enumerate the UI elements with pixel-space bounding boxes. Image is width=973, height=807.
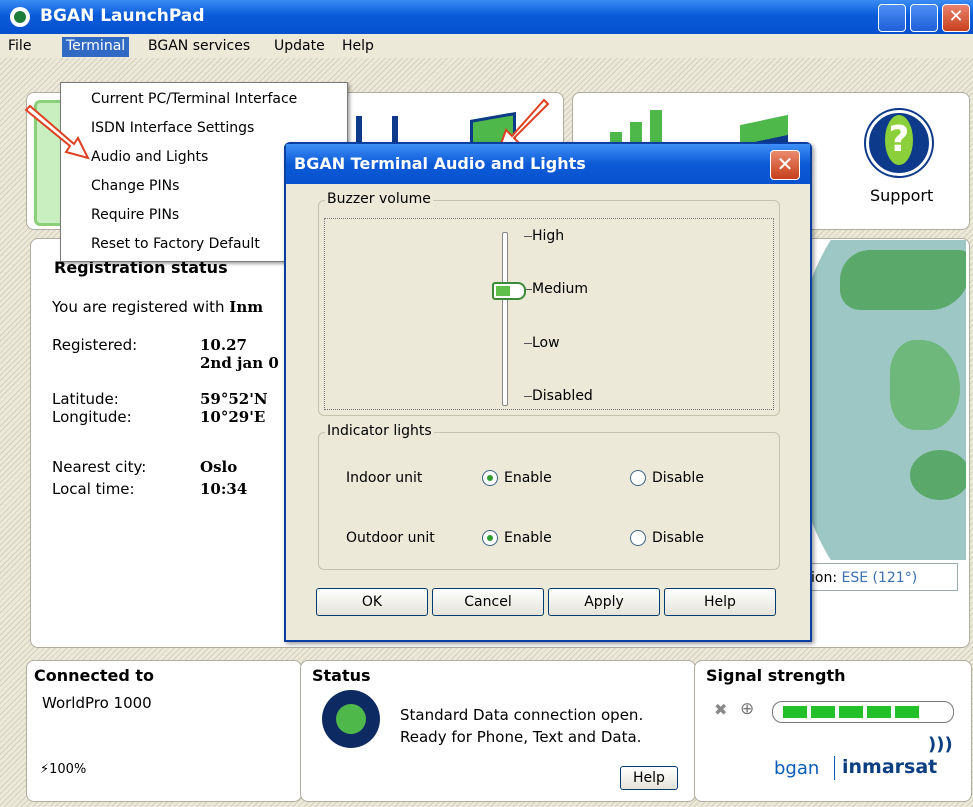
local-time-label: Local time: [52, 480, 135, 498]
indoor-unit-label: Indoor unit [346, 470, 423, 486]
indoor-disable-radio[interactable] [630, 470, 646, 486]
battery-indicator: ⚡100% [40, 762, 86, 777]
menu-item-change-pins[interactable]: Change PINs [91, 178, 179, 194]
indoor-disable-label[interactable]: Disable [652, 470, 704, 486]
status-line-1: Standard Data connection open. [400, 706, 644, 724]
dialog-title: BGAN Terminal Audio and Lights [294, 154, 586, 173]
longitude-value: 10°29'E [200, 408, 266, 426]
connection-status-icon [322, 690, 380, 748]
menu-item-current-interface[interactable]: Current PC/Terminal Interface [91, 91, 297, 107]
registered-date: 2nd jan 0 [200, 354, 279, 372]
dialog-help-button[interactable]: Help [664, 588, 776, 616]
menu-item-isdn-settings[interactable]: ISDN Interface Settings [91, 120, 254, 136]
apply-button[interactable]: Apply [548, 588, 660, 616]
slider-tick [524, 396, 532, 397]
menu-file[interactable]: File [4, 37, 35, 57]
dialog-title-bar: BGAN Terminal Audio and Lights ✕ [286, 144, 810, 184]
ok-button[interactable]: OK [316, 588, 428, 616]
window-title: BGAN LaunchPad [40, 6, 205, 26]
logo-divider [834, 756, 835, 780]
menu-item-audio-lights[interactable]: Audio and Lights [91, 149, 208, 165]
annotation-arrow [24, 104, 90, 160]
buzzer-volume-legend: Buzzer volume [325, 191, 433, 207]
signal-segment [867, 706, 891, 718]
latitude-value: 59°52'N [200, 390, 268, 408]
signal-segment [839, 706, 863, 718]
indicator-lights-group: Indicator lights [318, 423, 780, 570]
status-heading: Status [312, 666, 371, 685]
registered-time: 10.27 [200, 336, 247, 354]
indoor-enable-radio[interactable] [482, 470, 498, 486]
add-icon[interactable]: ⊕ [740, 699, 754, 719]
support-label[interactable]: Support [870, 186, 933, 205]
maximize-button[interactable] [910, 4, 938, 32]
volume-slider-track[interactable] [502, 232, 508, 406]
dialog-close-button[interactable]: ✕ [770, 150, 800, 180]
status-help-button[interactable]: Help [620, 766, 678, 790]
inmarsat-logo: inmarsat [842, 756, 938, 778]
menu-terminal[interactable]: Terminal [62, 37, 130, 57]
app-icon [10, 7, 30, 27]
land-shape [840, 250, 966, 310]
title-bar: BGAN LaunchPad ✕ [0, 0, 973, 34]
nearest-city-value: Oslo [200, 458, 238, 476]
bgan-logo: bgan [774, 758, 820, 779]
local-time-value: 10:34 [200, 480, 248, 498]
indicator-lights-legend: Indicator lights [325, 423, 434, 439]
signal-segment [783, 706, 807, 718]
antenna-off-icon[interactable]: ✖ [714, 700, 727, 719]
menu-item-reset-factory[interactable]: Reset to Factory Default [91, 236, 260, 252]
signal-segment [811, 706, 835, 718]
azimuth-value: ESE (121°) [841, 570, 918, 586]
indoor-enable-label[interactable]: Enable [504, 470, 552, 486]
support-icon[interactable] [866, 110, 932, 176]
volume-slider-thumb[interactable] [492, 282, 526, 300]
connected-device: WorldPro 1000 [42, 694, 152, 712]
menu-update[interactable]: Update [270, 37, 329, 57]
outdoor-enable-label[interactable]: Enable [504, 530, 552, 546]
cancel-button[interactable]: Cancel [432, 588, 544, 616]
outdoor-disable-radio[interactable] [630, 530, 646, 546]
signal-waves-icon: ))) [928, 734, 953, 755]
status-line-2: Ready for Phone, Text and Data. [400, 728, 642, 746]
signal-segment [895, 706, 919, 718]
buzzer-slider-area [324, 218, 774, 410]
registration-message: You are registered with Inm [52, 298, 264, 316]
slider-tick [524, 343, 532, 344]
outdoor-unit-label: Outdoor unit [346, 530, 435, 546]
registered-label: Registered: [52, 336, 138, 354]
slider-tick [524, 236, 532, 237]
menu-item-require-pins[interactable]: Require PINs [91, 207, 179, 223]
connected-heading: Connected to [34, 666, 155, 685]
menu-bar: File Terminal BGAN services Update Help [0, 34, 973, 59]
signal-heading: Signal strength [706, 666, 846, 685]
level-low: Low [532, 335, 560, 351]
audio-lights-dialog: BGAN Terminal Audio and Lights ✕ Buzzer … [284, 142, 812, 642]
nearest-city-label: Nearest city: [52, 458, 147, 476]
outdoor-enable-radio[interactable] [482, 530, 498, 546]
menu-bgan-services[interactable]: BGAN services [144, 37, 254, 57]
menu-help[interactable]: Help [338, 37, 378, 57]
level-medium: Medium [532, 281, 588, 297]
minimize-button[interactable] [878, 4, 906, 32]
outdoor-disable-label[interactable]: Disable [652, 530, 704, 546]
longitude-label: Longitude: [52, 408, 132, 426]
battery-level: 100% [49, 762, 87, 777]
land-shape [910, 450, 966, 500]
latitude-label: Latitude: [52, 390, 119, 408]
azimuth-label: ion: [811, 570, 838, 586]
signal-strength-bar [772, 701, 954, 723]
close-button[interactable]: ✕ [942, 4, 970, 32]
level-high: High [532, 228, 565, 244]
level-disabled: Disabled [532, 388, 593, 404]
battery-icon: ⚡ [40, 762, 50, 777]
